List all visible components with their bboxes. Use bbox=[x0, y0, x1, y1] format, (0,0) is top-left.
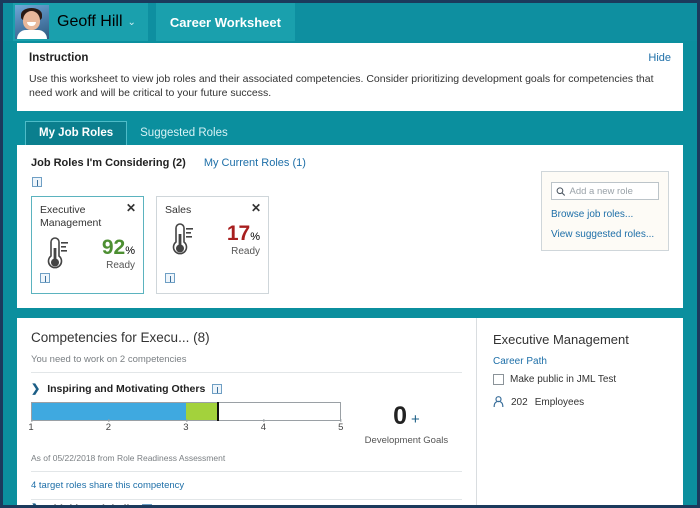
info-icon[interactable] bbox=[142, 504, 153, 505]
app-title: Career Worksheet bbox=[155, 3, 295, 41]
axis-tick: 2 bbox=[105, 419, 112, 434]
readiness-percent: 92 bbox=[101, 235, 126, 259]
instruction-panel: Instruction Hide Use this worksheet to v… bbox=[17, 43, 683, 112]
axis-tick: 5 bbox=[338, 419, 344, 434]
roles-info-icon-row bbox=[32, 173, 531, 191]
competency-header[interactable]: ❯ Thinking Globally bbox=[31, 503, 462, 505]
add-role-panel: Browse job roles... View suggested roles… bbox=[541, 171, 669, 252]
career-worksheet-app: Geoff Hill ⌄ Career Worksheet Instructio… bbox=[0, 0, 700, 508]
browse-job-roles-link[interactable]: Browse job roles... bbox=[551, 209, 659, 220]
instruction-title: Instruction bbox=[29, 52, 89, 64]
remove-role-icon[interactable]: ✕ bbox=[251, 202, 261, 214]
my-current-roles-link[interactable]: My Current Roles (1) bbox=[204, 157, 306, 169]
view-suggested-roles-link[interactable]: View suggested roles... bbox=[551, 229, 659, 240]
roles-left-column: Job Roles I'm Considering (2) My Current… bbox=[31, 157, 531, 295]
add-role-search[interactable] bbox=[551, 182, 659, 201]
add-goal-icon[interactable]: + bbox=[411, 411, 420, 428]
employee-label: Employees bbox=[534, 396, 585, 408]
tab-suggested-roles[interactable]: Suggested Roles bbox=[127, 122, 241, 145]
bar-segment-current bbox=[32, 403, 186, 421]
readiness-percent: 17 bbox=[226, 222, 251, 246]
competencies-title: Competencies for Execu... (8) bbox=[31, 330, 210, 346]
role-card-title: Executive Management bbox=[40, 204, 102, 230]
competencies-subtitle: You need to work on 2 competencies bbox=[31, 354, 462, 374]
career-path-link[interactable]: Career Path bbox=[493, 356, 669, 367]
readiness-percent-block: 92% Ready bbox=[102, 237, 135, 271]
role-card-title: Sales bbox=[165, 204, 192, 217]
competency-bar-chart: 1 2 3 4 5 bbox=[28, 402, 344, 438]
competency-asof-note: As of 05/22/2018 from Role Readiness Ass… bbox=[31, 453, 462, 473]
chevron-down-icon: ⌄ bbox=[127, 16, 136, 28]
remove-role-icon[interactable]: ✕ bbox=[126, 202, 136, 214]
make-public-checkbox[interactable] bbox=[493, 374, 504, 386]
development-goals-label: Development Goals bbox=[364, 435, 449, 447]
competency-chart-row: 1 2 3 4 5 0 + Development Goals bbox=[28, 402, 462, 447]
role-detail-title: Executive Management bbox=[493, 332, 629, 348]
competency-item-inspiring-and-motivating-others: ❯ Inspiring and Motivating Others 1 2 3 … bbox=[28, 380, 462, 501]
role-card-readiness: 17% Ready bbox=[165, 223, 260, 257]
axis-tick: 4 bbox=[260, 419, 266, 434]
add-role-input[interactable] bbox=[569, 185, 654, 197]
chevron-right-icon[interactable]: ❯ bbox=[31, 503, 40, 505]
role-cards-row: Executive Management ✕ 92% Ready Sales ✕… bbox=[31, 196, 531, 295]
development-goals-box: 0 + Development Goals bbox=[351, 402, 462, 447]
user-avatar bbox=[15, 5, 49, 39]
competency-item-thinking-globally: ❯ Thinking Globally 1 2 bbox=[31, 500, 462, 505]
axis-tick: 3 bbox=[183, 419, 189, 434]
chevron-right-icon[interactable]: ❯ bbox=[31, 383, 40, 395]
info-icon[interactable] bbox=[165, 273, 175, 284]
user-name-label: Geoff Hill bbox=[57, 13, 123, 30]
user-menu[interactable]: Geoff Hill ⌄ bbox=[13, 3, 148, 41]
roles-panel: Job Roles I'm Considering (2) My Current… bbox=[17, 145, 683, 309]
bar-axis: 1 2 3 4 5 bbox=[28, 419, 344, 438]
instruction-text: Use this worksheet to view job roles and… bbox=[29, 73, 654, 99]
readiness-label: Ready bbox=[231, 246, 260, 258]
percent-sign: % bbox=[125, 244, 135, 257]
bar-target-marker bbox=[216, 402, 219, 422]
thermometer-icon bbox=[47, 236, 68, 268]
role-card-info-row bbox=[40, 269, 50, 287]
bar-segment-required bbox=[185, 403, 217, 421]
make-public-row[interactable]: Make public in JML Test bbox=[493, 374, 669, 386]
thermometer-icon bbox=[172, 223, 193, 255]
role-detail-column: Executive Management Career Path Make pu… bbox=[477, 318, 683, 505]
competency-name: Inspiring and Motivating Others bbox=[47, 383, 206, 396]
lower-section: Competencies for Execu... (8) You need t… bbox=[17, 318, 683, 505]
make-public-label: Make public in JML Test bbox=[510, 374, 617, 386]
axis-tick: 1 bbox=[28, 419, 34, 434]
percent-sign: % bbox=[250, 231, 260, 244]
info-icon[interactable] bbox=[40, 273, 50, 284]
hide-instruction-link[interactable]: Hide bbox=[648, 52, 671, 64]
shared-roles-link[interactable]: 4 target roles share this competency bbox=[31, 480, 462, 501]
employee-count: 202 bbox=[511, 396, 528, 408]
competency-name: Thinking Globally bbox=[47, 503, 135, 505]
top-bar: Geoff Hill ⌄ Career Worksheet bbox=[3, 3, 697, 41]
role-card-readiness: 92% Ready bbox=[40, 237, 135, 271]
readiness-percent-block: 17% Ready bbox=[227, 223, 260, 257]
info-icon[interactable] bbox=[32, 177, 42, 188]
role-card-sales[interactable]: Sales ✕ 17% Ready bbox=[156, 196, 269, 295]
roles-header: Job Roles I'm Considering (2) My Current… bbox=[31, 157, 531, 169]
search-icon bbox=[556, 187, 566, 196]
tab-bar: My Job Roles Suggested Roles bbox=[3, 111, 697, 146]
development-goals-count: 0 bbox=[393, 402, 407, 431]
role-card-executive-management[interactable]: Executive Management ✕ 92% Ready bbox=[31, 196, 144, 295]
person-icon bbox=[493, 396, 504, 408]
roles-considering-label: Job Roles I'm Considering (2) bbox=[31, 157, 186, 170]
info-icon[interactable] bbox=[212, 384, 223, 395]
readiness-label: Ready bbox=[106, 259, 135, 271]
competencies-column: Competencies for Execu... (8) You need t… bbox=[17, 318, 477, 505]
employees-row[interactable]: 202 Employees bbox=[493, 396, 669, 408]
role-card-info-row bbox=[165, 269, 175, 287]
competency-header[interactable]: ❯ Inspiring and Motivating Others bbox=[31, 383, 462, 395]
tab-my-job-roles[interactable]: My Job Roles bbox=[25, 121, 128, 146]
